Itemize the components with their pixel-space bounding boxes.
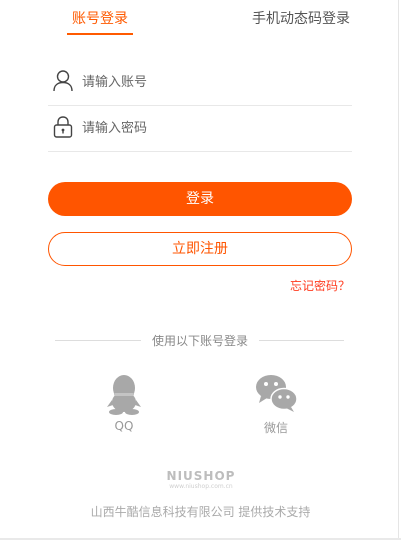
brand-logo: NIUSHOP www.niushop.com.cn — [150, 470, 252, 491]
divider-left — [55, 340, 141, 341]
lock-icon — [52, 115, 74, 139]
wechat-icon — [236, 372, 316, 416]
qq-login-button[interactable]: QQ — [84, 372, 164, 433]
forgot-password-link[interactable]: 忘记密码？ — [290, 277, 350, 294]
account-input[interactable] — [82, 71, 342, 93]
divider-right — [259, 340, 344, 341]
tab-account-login[interactable]: 账号登录 — [72, 9, 128, 29]
qq-label: QQ — [114, 419, 134, 433]
brand-url: www.niushop.com.cn — [169, 483, 233, 490]
user-icon — [52, 69, 74, 93]
footer-credit: 山西牛酷信息科技有限公司 提供技术支持 — [90, 505, 311, 519]
wechat-label: 微信 — [263, 421, 288, 435]
password-field — [48, 105, 352, 152]
brand-name: NIUSHOP — [166, 469, 236, 483]
wechat-login-button[interactable]: 微信 — [236, 372, 316, 436]
account-field — [48, 59, 352, 106]
social-login-heading: 使用以下账号登录 — [151, 334, 248, 348]
login-button[interactable]: 登录 — [48, 182, 352, 216]
right-border — [398, 0, 399, 540]
active-tab-indicator — [67, 33, 133, 35]
tab-phone-code-login[interactable]: 手机动态码登录 — [252, 9, 350, 29]
register-button[interactable]: 立即注册 — [48, 232, 352, 266]
qq-icon — [84, 372, 164, 416]
password-input[interactable] — [82, 117, 342, 139]
